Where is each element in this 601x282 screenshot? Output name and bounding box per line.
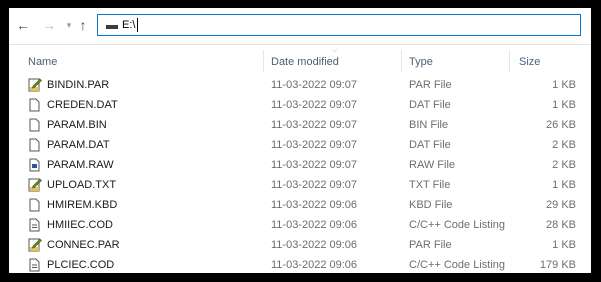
file-size: 1 KB (552, 239, 576, 251)
drive-icon (106, 25, 118, 29)
file-explorer-window: ← → ▾ ↑ E:\ Name ⌵ Date modified Type Si… (9, 8, 591, 273)
file-type: PAR File (409, 79, 452, 91)
file-row[interactable]: PARAM.DAT 11-03-2022 09:07 DAT File 2 KB (9, 135, 591, 155)
text-caret (137, 18, 138, 32)
file-type: DAT File (409, 139, 451, 151)
file-row[interactable]: PARAM.BIN 11-03-2022 09:07 BIN File 26 K… (9, 115, 591, 135)
blank-file-icon (28, 138, 40, 152)
code-file-icon (28, 258, 40, 272)
address-path[interactable]: E:\ (122, 18, 135, 32)
up-arrow-icon[interactable]: ↑ (75, 17, 91, 33)
sort-chevron-icon: ⌵ (332, 47, 338, 54)
file-type: RAW File (409, 159, 456, 171)
file-row[interactable]: BINDIN.PAR 11-03-2022 09:07 PAR File 1 K… (9, 75, 591, 95)
blank-file-icon (28, 118, 40, 132)
file-date: 11-03-2022 09:07 (271, 159, 358, 171)
file-name: HMIREM.KBD (47, 199, 118, 211)
address-field[interactable]: E:\ (97, 14, 581, 36)
column-divider[interactable] (263, 50, 264, 72)
file-name: PARAM.DAT (47, 139, 110, 151)
forward-arrow-icon[interactable]: → (41, 17, 57, 33)
file-name: BINDIN.PAR (47, 79, 110, 91)
file-date: 11-03-2022 09:07 (271, 139, 358, 151)
file-name: CONNEC.PAR (47, 239, 120, 251)
file-row[interactable]: CONNEC.PAR 11-03-2022 09:06 PAR File 1 K… (9, 235, 591, 255)
file-date: 11-03-2022 09:07 (271, 99, 358, 111)
file-row[interactable]: PARAM.RAW 11-03-2022 09:07 RAW File 2 KB (9, 155, 591, 175)
back-arrow-icon[interactable]: ← (15, 17, 31, 33)
blank-file-icon (28, 198, 40, 212)
file-row[interactable]: UPLOAD.TXT 11-03-2022 09:07 TXT File 1 K… (9, 175, 591, 195)
file-size: 1 KB (552, 179, 576, 191)
column-header-date[interactable]: Date modified (271, 56, 339, 68)
file-size: 179 KB (539, 259, 576, 271)
file-date: 11-03-2022 09:07 (271, 179, 358, 191)
column-header-size[interactable]: Size (519, 56, 540, 68)
column-divider[interactable] (401, 50, 402, 72)
file-size: 29 KB (546, 199, 576, 211)
edit-document-icon (28, 178, 42, 192)
file-row[interactable]: PLCIEC.COD 11-03-2022 09:06 C/C++ Code L… (9, 255, 591, 273)
file-name: PARAM.BIN (47, 119, 107, 131)
file-size: 26 KB (546, 119, 576, 131)
file-type: DAT File (409, 99, 451, 111)
file-type: BIN File (409, 119, 449, 131)
file-type: C/C++ Code Listing (409, 259, 505, 271)
file-type: TXT File (409, 179, 451, 191)
code-file-icon (28, 218, 40, 232)
column-header-row: Name ⌵ Date modified Type Size (9, 47, 591, 74)
file-name: UPLOAD.TXT (47, 179, 117, 191)
file-date: 11-03-2022 09:07 (271, 119, 358, 131)
file-type: C/C++ Code Listing (409, 219, 505, 231)
edit-document-icon (28, 238, 42, 252)
file-date: 11-03-2022 09:06 (271, 259, 358, 271)
file-date: 11-03-2022 09:06 (271, 239, 358, 251)
file-name: PARAM.RAW (47, 159, 114, 171)
file-type: PAR File (409, 239, 452, 251)
file-size: 2 KB (552, 139, 576, 151)
file-row[interactable]: CREDEN.DAT 11-03-2022 09:07 DAT File 1 K… (9, 95, 591, 115)
file-row[interactable]: HMIIEC.COD 11-03-2022 09:06 C/C++ Code L… (9, 215, 591, 235)
file-date: 11-03-2022 09:07 (271, 79, 358, 91)
file-size: 1 KB (552, 79, 576, 91)
file-size: 28 KB (546, 219, 576, 231)
image-file-icon (28, 158, 40, 172)
navigation-bar: ← → ▾ ↑ E:\ (9, 8, 591, 45)
file-size: 2 KB (552, 159, 576, 171)
file-name: CREDEN.DAT (47, 99, 118, 111)
file-row[interactable]: HMIREM.KBD 11-03-2022 09:06 KBD File 29 … (9, 195, 591, 215)
file-name: PLCIEC.COD (47, 259, 115, 271)
column-header-name[interactable]: Name (28, 56, 57, 68)
file-type: KBD File (409, 199, 453, 211)
blank-file-icon (28, 98, 40, 112)
file-date: 11-03-2022 09:06 (271, 219, 358, 231)
column-header-type[interactable]: Type (409, 56, 433, 68)
file-size: 1 KB (552, 99, 576, 111)
file-date: 11-03-2022 09:06 (271, 199, 358, 211)
column-divider[interactable] (509, 50, 510, 72)
edit-document-icon (28, 78, 42, 92)
file-name: HMIIEC.COD (47, 219, 113, 231)
